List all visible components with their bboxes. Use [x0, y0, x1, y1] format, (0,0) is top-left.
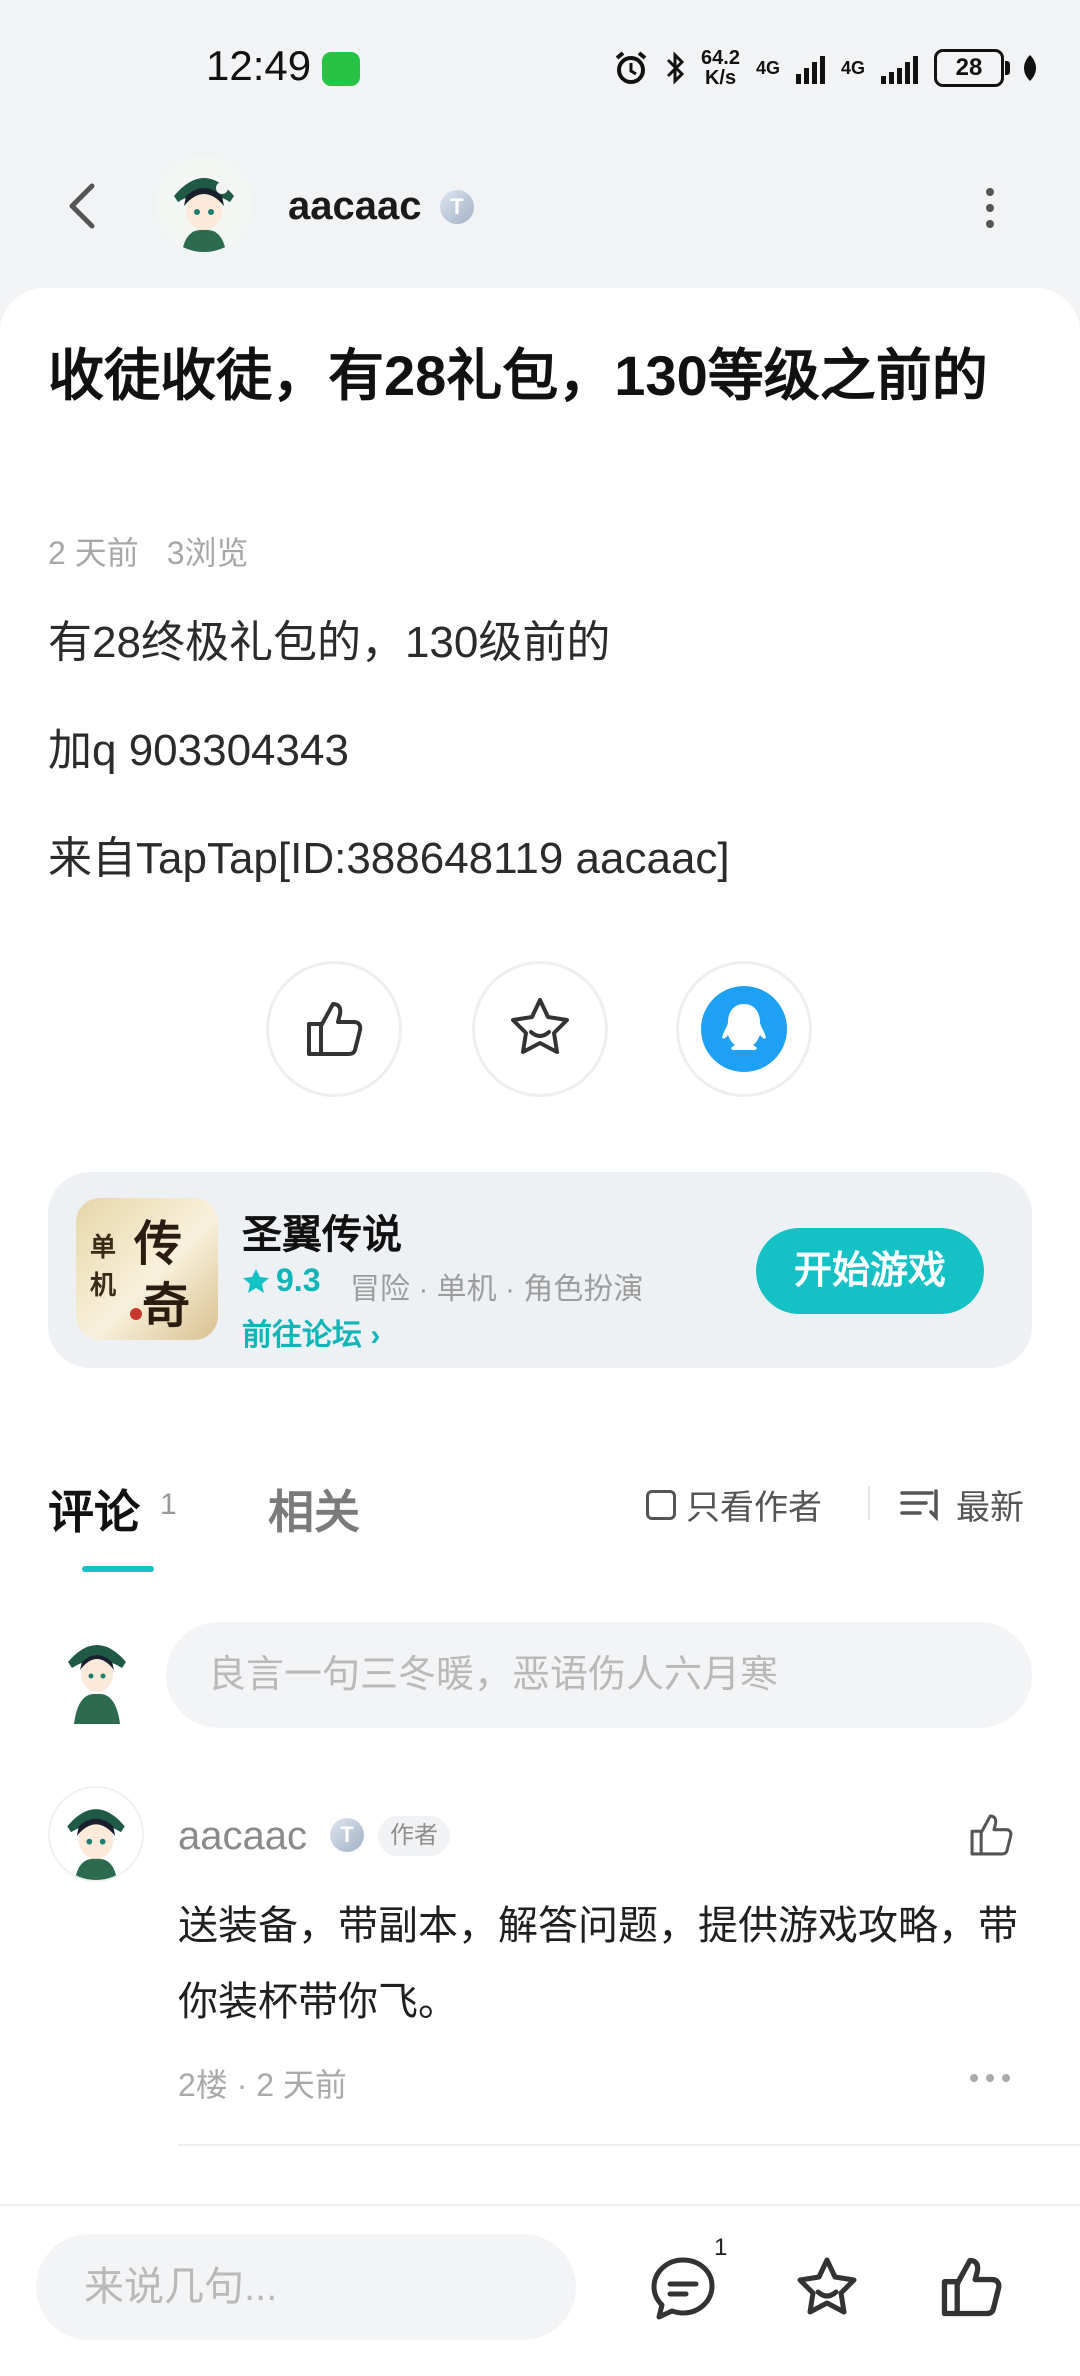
divider [868, 1486, 870, 1520]
bluetooth-icon [666, 51, 685, 85]
favorite-button[interactable] [472, 961, 608, 1097]
alarm-icon [615, 51, 647, 84]
author-tag: 作者 [378, 1816, 450, 1856]
go-to-forum-link[interactable]: 前往论坛 › [242, 1310, 380, 1354]
commenter-level-badge: T [330, 1818, 364, 1852]
status-icons: 64.2 K/s 4G 4G 28 [613, 44, 1040, 92]
post-time: 2 天前 [48, 535, 139, 571]
comment-input[interactable]: 良言一句三冬暖，恶语伤人六月寒 [166, 1622, 1032, 1728]
qq-icon [701, 986, 787, 1072]
comment-count: 1 [160, 1488, 177, 1521]
post-views: 3浏览 [166, 535, 249, 571]
post-body-line: 来自TapTap[ID:388648119 aacaac] [48, 834, 730, 883]
svg-text:机: 机 [90, 1271, 116, 1300]
post-body-line: 加q 903304343 [48, 726, 349, 775]
comment-divider [178, 2144, 1080, 2146]
game-rating: 9.3 [242, 1262, 320, 1299]
post-body-line: 有28终极礼包的，130级前的 [48, 618, 611, 667]
user-level-badge: T [440, 190, 474, 224]
post-meta: 2 天前 3浏览 [48, 528, 277, 574]
signal-bars-2-icon [881, 52, 918, 84]
comment-more-icon[interactable] [968, 2072, 1012, 2084]
leaf-icon [1024, 55, 1036, 81]
battery-icon: 28 [934, 49, 1010, 87]
active-tab-indicator [82, 1566, 154, 1572]
author-only-toggle[interactable]: 只看作者 [646, 1480, 822, 1529]
comment-like-icon[interactable] [966, 1810, 1016, 1860]
comments-section [0, 1428, 1080, 2208]
more-options-icon[interactable] [978, 186, 1002, 230]
wechat-notification-icon [322, 52, 360, 86]
signal-type-2: 4G [840, 57, 865, 78]
status-time: 12:49 [206, 42, 312, 89]
tab-comments[interactable]: 评论 [48, 1476, 140, 1542]
like-button[interactable] [266, 961, 402, 1097]
commenter-username[interactable]: aacaac [178, 1814, 307, 1859]
author-avatar[interactable] [156, 156, 252, 252]
svg-text:奇: 奇 [142, 1280, 190, 1333]
tab-related[interactable]: 相关 [268, 1476, 360, 1542]
sort-button[interactable]: 最新 [900, 1480, 1024, 1529]
game-icon[interactable]: 单 机 传 奇 [76, 1198, 218, 1340]
star-face-icon [511, 998, 569, 1054]
start-game-button[interactable]: 开始游戏 [756, 1228, 984, 1314]
commenter-avatar[interactable] [48, 1786, 144, 1882]
signal-bars-1-icon [795, 52, 825, 84]
thumbs-up-icon [307, 1002, 363, 1056]
comments-badge: 1 [714, 2234, 728, 2261]
share-qq-button[interactable] [676, 961, 812, 1097]
game-name[interactable]: 圣翼传说 [242, 1202, 402, 1260]
comment-text: 送装备，带副本，解答问题，提供游戏攻略，带你装杯带你飞。 [178, 1904, 1018, 2024]
back-arrow-icon[interactable] [56, 178, 112, 234]
my-avatar [60, 1628, 134, 1724]
svg-text:单: 单 [90, 1233, 116, 1262]
author-only-checkbox[interactable] [646, 1489, 676, 1520]
comments-icon[interactable] [648, 2254, 718, 2324]
comment-floor-time: 2楼 · 2 天前 [178, 2067, 347, 2103]
signal-type-1: 4G [755, 57, 780, 78]
game-tags: 冒险 · 单机 · 角色扮演 [350, 1273, 644, 1306]
post-title: 收徒收徒，有28礼包，130等级之前的 [48, 344, 988, 407]
star-icon [243, 1268, 269, 1293]
svg-text:传: 传 [133, 1218, 182, 1271]
bottom-comment-input[interactable]: 来说几句... [36, 2234, 576, 2340]
favorite-star-icon[interactable] [792, 2254, 862, 2324]
author-username[interactable]: aacaac [288, 184, 421, 229]
network-speed: 64.2 K/s [701, 47, 740, 89]
sort-icon [900, 1488, 938, 1521]
thumbs-up-icon[interactable] [936, 2252, 1006, 2322]
